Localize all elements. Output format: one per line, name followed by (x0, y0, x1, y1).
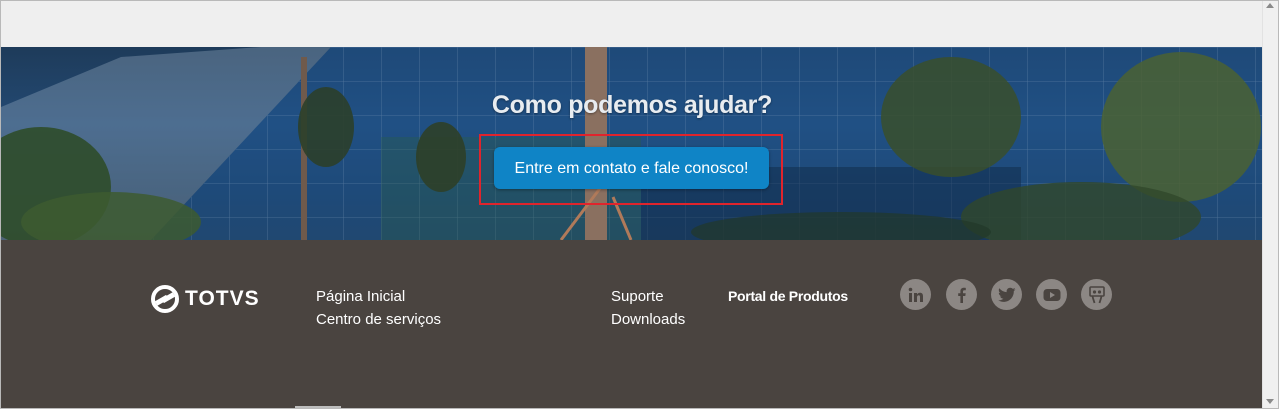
browser-viewport: Como podemos ajudar? Entre em contato e … (0, 0, 1279, 409)
youtube-button[interactable] (1036, 279, 1067, 310)
scroll-up-arrow-icon[interactable] (1266, 3, 1274, 8)
facebook-icon (957, 287, 966, 303)
totvs-logo[interactable]: TOTVS (151, 285, 260, 313)
vertical-scrollbar[interactable] (1262, 1, 1278, 408)
footer-link-product-portal[interactable]: Portal de Produtos (728, 288, 848, 304)
hero-title: Como podemos ajudar? (491, 91, 773, 119)
twitter-icon (997, 287, 1015, 302)
footer-link-service-center[interactable]: Centro de serviços (316, 311, 441, 328)
linkedin-icon (908, 287, 923, 302)
slideshare-button[interactable] (1081, 279, 1112, 310)
footer-link-downloads[interactable]: Downloads (611, 311, 685, 328)
contact-hero-banner: Como podemos ajudar? Entre em contato e … (1, 47, 1263, 240)
linkedin-button[interactable] (900, 279, 931, 310)
totvs-logo-icon (151, 285, 179, 313)
scroll-down-arrow-icon[interactable] (1266, 399, 1274, 404)
slideshare-icon (1088, 285, 1105, 303)
twitter-button[interactable] (991, 279, 1022, 310)
page-top-area (1, 1, 1263, 47)
facebook-button[interactable] (946, 279, 977, 310)
logo-text: TOTVS (185, 287, 260, 310)
footer-link-home[interactable]: Página Inicial (316, 288, 405, 305)
site-footer: TOTVS Página Inicial Centro de serviços … (1, 240, 1263, 408)
contact-us-button[interactable]: Entre em contato e fale conosco! (494, 147, 769, 189)
youtube-icon (1043, 288, 1060, 301)
footer-link-support[interactable]: Suporte (611, 288, 664, 305)
